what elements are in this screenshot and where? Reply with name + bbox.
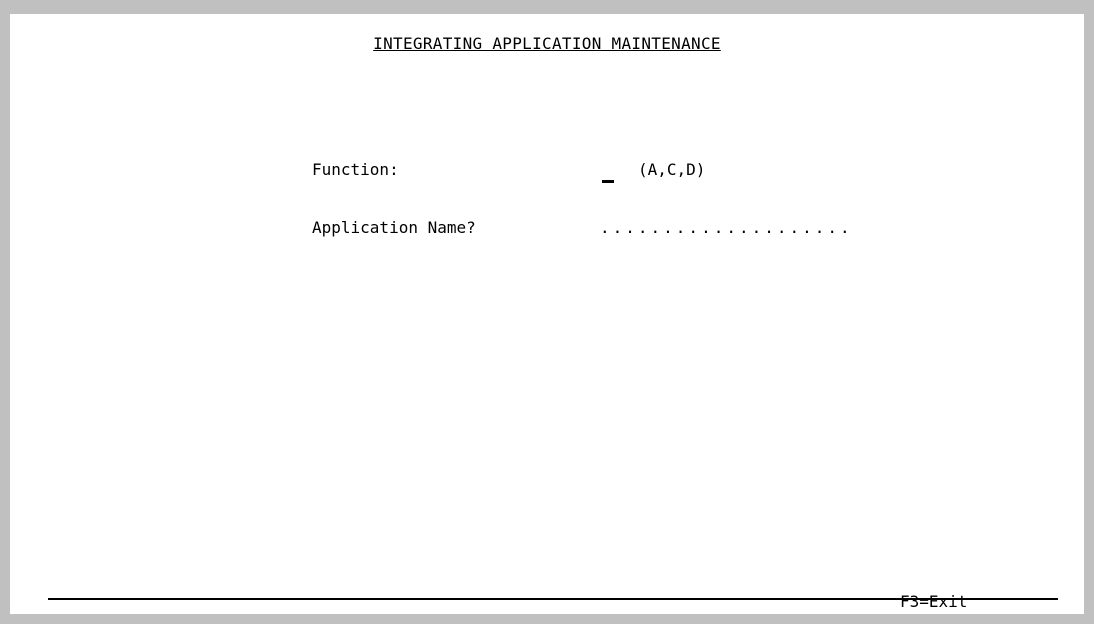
f3-exit-key[interactable]: F3=Exit bbox=[900, 592, 967, 611]
application-name-field[interactable] bbox=[598, 218, 878, 238]
application-name-label: Application Name? bbox=[312, 218, 476, 237]
function-options-hint: (A,C,D) bbox=[638, 160, 706, 179]
page-title: INTEGRATING APPLICATION MAINTENANCE bbox=[373, 34, 721, 53]
terminal-screen: INTEGRATING APPLICATION MAINTENANCE Func… bbox=[10, 14, 1084, 614]
function-label: Function: bbox=[312, 160, 399, 179]
function-field-cursor bbox=[602, 180, 614, 183]
function-field[interactable] bbox=[600, 162, 618, 180]
footer-divider bbox=[48, 598, 1058, 600]
